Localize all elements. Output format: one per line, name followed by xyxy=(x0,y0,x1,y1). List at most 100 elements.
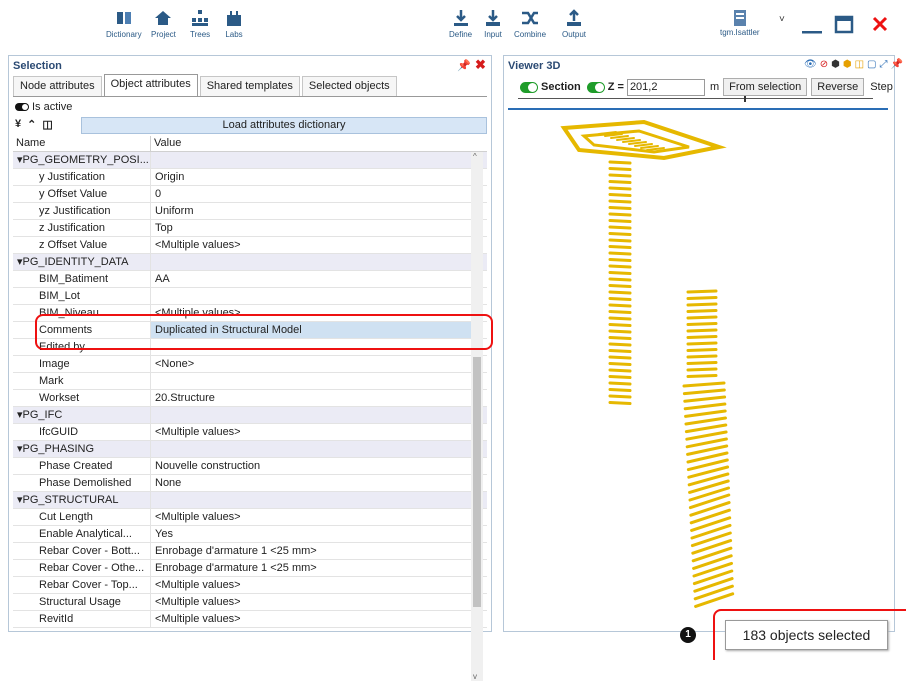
fit-icon[interactable]: ⤢ xyxy=(879,59,887,70)
rebar-element[interactable] xyxy=(686,341,718,346)
rebar-element[interactable] xyxy=(683,402,727,411)
project-button[interactable]: Project xyxy=(151,8,176,39)
attribute-value[interactable]: <Multiple values> xyxy=(151,424,471,440)
dictionary-button[interactable]: Dictionary xyxy=(106,8,142,39)
rebar-element[interactable] xyxy=(686,348,718,352)
rebar-element[interactable] xyxy=(608,238,632,243)
rebar-element[interactable] xyxy=(608,284,632,288)
attribute-value[interactable]: Top xyxy=(151,220,471,236)
attribute-value[interactable]: Yes xyxy=(151,526,471,542)
rebar-element[interactable] xyxy=(608,160,632,165)
rebar-element[interactable] xyxy=(608,167,632,171)
table-row[interactable]: Phase Demolished None xyxy=(13,475,487,492)
3d-canvas[interactable] xyxy=(504,114,894,629)
table-row[interactable]: Phase Created Nouvelle construction xyxy=(13,458,487,475)
attribute-value[interactable]: 20.Structure xyxy=(151,390,471,406)
section-toggle[interactable] xyxy=(520,81,538,93)
rebar-element[interactable] xyxy=(616,137,635,141)
rebar-element[interactable] xyxy=(608,264,632,269)
collapse-all-icon[interactable]: ⌃ xyxy=(27,118,36,131)
rebar-element[interactable] xyxy=(682,381,726,388)
rebar-element[interactable] xyxy=(608,199,632,204)
column-header-value[interactable]: Value xyxy=(151,136,471,151)
table-row[interactable]: z Offset Value <Multiple values> xyxy=(13,237,487,254)
rebar-element[interactable] xyxy=(686,374,718,378)
rebar-element[interactable] xyxy=(684,423,728,434)
attribute-value[interactable]: Uniform xyxy=(151,203,471,219)
rebar-element[interactable] xyxy=(608,206,632,210)
rebar-element[interactable] xyxy=(685,430,728,441)
group-row[interactable]: ▾ PG_PHASING xyxy=(13,441,487,458)
rebar-element[interactable] xyxy=(608,245,632,249)
rebar-element[interactable] xyxy=(686,361,718,365)
attribute-value[interactable] xyxy=(151,288,471,304)
rebar-element[interactable] xyxy=(608,323,632,327)
expand-all-icon[interactable]: ¥ xyxy=(15,118,21,131)
rebar-element[interactable] xyxy=(608,381,632,386)
table-row[interactable]: Enable Analytical... Yes xyxy=(13,526,487,543)
rebar-element[interactable] xyxy=(608,303,632,308)
load-attributes-dictionary-button[interactable]: Load attributes dictionary xyxy=(81,117,487,134)
group-row[interactable]: ▾ PG_IFC xyxy=(13,407,487,424)
z-toggle[interactable] xyxy=(586,81,605,93)
rebar-element[interactable] xyxy=(608,329,632,334)
rebar-element[interactable] xyxy=(608,290,632,295)
is-active-toggle[interactable]: Is active xyxy=(15,101,72,113)
rebar-element[interactable] xyxy=(684,409,727,418)
table-row[interactable]: BIM_Lot xyxy=(13,288,487,305)
table-row[interactable]: Structural Usage <Multiple values> xyxy=(13,594,487,611)
rebar-element[interactable] xyxy=(608,310,632,314)
attribute-value[interactable]: <Multiple values> xyxy=(151,611,471,627)
table-row[interactable]: Workset 20.Structure xyxy=(13,390,487,407)
rebar-element[interactable] xyxy=(608,388,632,392)
slider-handle[interactable] xyxy=(744,96,746,102)
attribute-value[interactable]: <Multiple values> xyxy=(151,577,471,593)
rebar-element[interactable] xyxy=(686,322,718,326)
rebar-element[interactable] xyxy=(683,395,727,403)
rebar-element[interactable] xyxy=(608,401,632,405)
attribute-value[interactable] xyxy=(151,373,471,389)
user-dropdown-icon[interactable]: ˅ xyxy=(779,14,785,25)
rebar-element[interactable] xyxy=(608,251,632,256)
table-row[interactable]: RevitId <Multiple values> xyxy=(13,611,487,628)
close-panel-icon[interactable]: ✖ xyxy=(475,57,486,73)
attribute-value[interactable]: None xyxy=(151,475,471,491)
close-icon[interactable] xyxy=(871,14,889,34)
rebar-element[interactable] xyxy=(634,143,653,147)
rebar-element[interactable] xyxy=(685,437,728,449)
rebar-element[interactable] xyxy=(608,355,632,360)
table-row[interactable]: z Justification Top xyxy=(13,220,487,237)
rebar-element[interactable] xyxy=(608,394,632,399)
trees-button[interactable]: Trees xyxy=(190,8,210,39)
table-row[interactable]: Cut Length <Multiple values> xyxy=(13,509,487,526)
rebar-element[interactable] xyxy=(684,416,727,426)
rebar-element[interactable] xyxy=(608,342,632,347)
attribute-value[interactable]: <Multiple values> xyxy=(151,594,471,610)
rebar-element[interactable] xyxy=(686,296,718,300)
output-button[interactable]: Output xyxy=(562,8,586,39)
table-row[interactable]: Rebar Cover - Bott... Enrobage d'armature… xyxy=(13,543,487,560)
rebar-element[interactable] xyxy=(640,145,659,149)
vertical-scrollbar[interactable]: ^ v xyxy=(471,152,483,681)
table-row[interactable]: BIM_Batiment AA xyxy=(13,271,487,288)
eye-icon[interactable]: 👁 xyxy=(804,59,817,70)
rebar-element[interactable] xyxy=(608,219,632,223)
rebar-element[interactable] xyxy=(608,173,632,178)
frame-icon[interactable]: ▢ xyxy=(867,59,876,70)
pin-icon[interactable]: 📌 xyxy=(457,59,471,72)
rebar-element[interactable] xyxy=(628,141,647,145)
attribute-value[interactable]: 0 xyxy=(151,186,471,202)
attribute-value[interactable]: AA xyxy=(151,271,471,287)
rebar-element[interactable] xyxy=(608,349,632,353)
cube-icon[interactable]: ⬢ xyxy=(831,59,840,70)
attribute-value[interactable]: <Multiple values> xyxy=(151,509,471,525)
rebar-element[interactable] xyxy=(608,375,632,379)
rebar-element[interactable] xyxy=(608,232,632,236)
tab-object-attributes[interactable]: Object attributes xyxy=(103,74,198,96)
attribute-value[interactable]: Enrobage d'armature 1 <25 mm> xyxy=(151,543,471,559)
define-button[interactable]: Define xyxy=(449,8,472,39)
rebar-element[interactable] xyxy=(686,289,718,294)
rebar-element[interactable] xyxy=(686,328,718,333)
table-row[interactable]: Rebar Cover - Othe... Enrobage d'armature… xyxy=(13,560,487,577)
rebar-element[interactable] xyxy=(608,271,632,275)
